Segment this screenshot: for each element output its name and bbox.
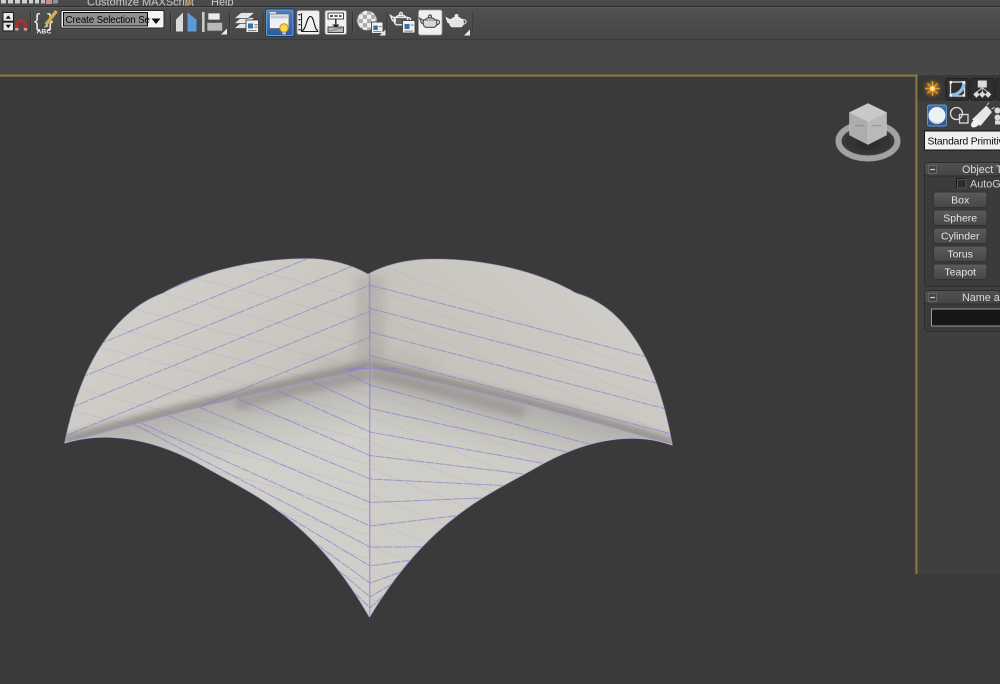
svg-text:Box: Box: [951, 194, 970, 206]
svg-text:Torus: Torus: [947, 248, 973, 260]
svg-text:Cylinder: Cylinder: [941, 230, 980, 242]
svg-text:Sphere: Sphere: [943, 212, 977, 224]
svg-text:Teapot: Teapot: [944, 266, 976, 278]
svg-text:Object Type: Object Type: [962, 164, 1000, 176]
svg-text:Standard Primitiv: Standard Primitiv: [928, 137, 1000, 148]
svg-text:Create Selection Se: Create Selection Se: [66, 15, 151, 26]
svg-text:Name and Color: Name and Color: [962, 292, 1000, 304]
svg-text:AutoGrid: AutoGrid: [970, 179, 1000, 191]
svg-text:ABC: ABC: [37, 29, 52, 36]
